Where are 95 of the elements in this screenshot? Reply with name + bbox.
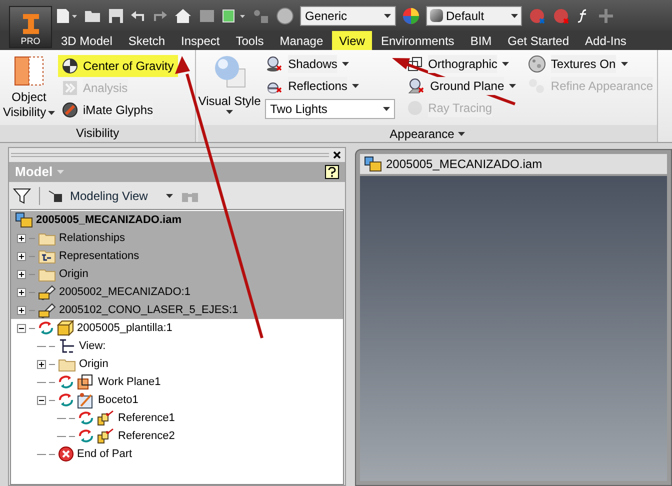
sphere-swatch-icon: [430, 9, 443, 22]
caret-icon: [458, 132, 466, 136]
tree-item[interactable]: End of Part: [77, 446, 132, 462]
expand-toggle[interactable]: [17, 234, 26, 242]
ribbon-tab[interactable]: 3D Model: [54, 31, 120, 50]
help-icon[interactable]: [325, 165, 339, 179]
tree-item[interactable]: Boceto1: [98, 392, 138, 408]
caret-icon: [511, 14, 518, 18]
application-menu-button[interactable]: PRO: [9, 6, 52, 48]
reference-icon: [97, 410, 115, 426]
view-hierarchy-icon: [58, 338, 76, 354]
undo-icon[interactable]: [130, 8, 146, 22]
tree-item[interactable]: Reference1: [118, 410, 175, 426]
caret-icon: [226, 110, 234, 114]
work-plane-icon: [77, 374, 95, 390]
ribbon-tab[interactable]: Add-Ins: [578, 31, 634, 50]
ribbon-button[interactable]: Orthographic: [403, 53, 524, 75]
object-visibility-icon: [14, 56, 44, 86]
expand-toggle[interactable]: [17, 288, 26, 296]
reference-icon: [97, 428, 115, 444]
textures-icon: [528, 55, 546, 73]
sphere-icon: [212, 55, 247, 89]
ground-plane-icon: [407, 78, 426, 94]
collapse-toggle[interactable]: [37, 396, 46, 404]
assembly-icon: [15, 212, 33, 228]
expand-toggle[interactable]: [17, 306, 26, 314]
caret-icon: [48, 110, 56, 114]
ribbon-button[interactable]: Center of Gravity: [58, 55, 178, 77]
close-icon[interactable]: [333, 151, 341, 159]
caret-icon: [56, 170, 64, 174]
ribbon-button[interactable]: Reflections: [261, 75, 396, 97]
expand-toggle[interactable]: [17, 252, 26, 260]
appearance-dropdown[interactable]: Default: [426, 6, 522, 26]
orthographic-icon: [407, 56, 424, 72]
caret-icon: [509, 84, 516, 88]
material-dropdown[interactable]: Generic: [300, 6, 396, 26]
tree-item[interactable]: Origin: [79, 356, 108, 372]
view-dropdown[interactable]: Modeling View: [48, 186, 173, 204]
expand-toggle[interactable]: [17, 270, 26, 278]
imate-glyph-icon: [62, 102, 78, 118]
plus-icon[interactable]: [598, 8, 614, 24]
select-icon[interactable]: [222, 8, 246, 24]
update-arrows-icon: [38, 321, 54, 335]
component-icon: [38, 284, 56, 300]
update-arrows-icon: [58, 375, 74, 389]
visual-style-button[interactable]: Visual Style: [198, 53, 262, 125]
ribbon-tab[interactable]: Environments: [374, 31, 462, 50]
tree-item[interactable]: Relationships: [59, 230, 126, 246]
object-visibility-button[interactable]: Object Visibility: [0, 53, 58, 125]
expand-toggle[interactable]: [37, 360, 46, 368]
ribbon-tab[interactable]: Inspect: [174, 31, 227, 50]
caret-icon: [502, 62, 510, 66]
update-arrows-icon: [78, 411, 94, 425]
redo-icon[interactable]: [152, 8, 168, 22]
tree-item[interactable]: 2005005_plantilla:1: [77, 320, 172, 336]
ribbon-tab[interactable]: Get Started: [500, 31, 576, 50]
logo-icon: [20, 13, 40, 35]
component-icon: [38, 302, 56, 318]
collapse-toggle[interactable]: [17, 324, 26, 332]
assembly-icon: [364, 156, 382, 172]
caret-icon: [383, 107, 390, 111]
ribbon-tab[interactable]: Tools: [228, 31, 271, 50]
ribbon-button[interactable]: iMate Glyphs: [58, 99, 178, 121]
tree-item[interactable]: Work Plane1: [98, 374, 161, 390]
update-arrows-icon: [78, 429, 94, 443]
panel-title: Visibility: [0, 125, 195, 142]
ribbon-button[interactable]: Textures On: [524, 53, 657, 75]
caret-icon: [352, 84, 360, 88]
save-icon[interactable]: [108, 8, 124, 24]
analysis-icon: [62, 80, 78, 96]
new-document-icon[interactable]: [56, 8, 78, 24]
cube-icon: [57, 320, 74, 336]
ribbon-tab[interactable]: Sketch: [121, 31, 172, 50]
center-of-gravity-icon: [62, 58, 78, 74]
shadows-icon: [265, 56, 284, 72]
ribbon-button[interactable]: Shadows: [261, 53, 396, 75]
lighting-dropdown[interactable]: Two Lights: [265, 99, 396, 119]
home-icon[interactable]: [174, 8, 192, 24]
ribbon-tab[interactable]: View: [332, 31, 372, 50]
filter-icon[interactable]: [13, 188, 31, 204]
ribbon-tab[interactable]: BIM: [463, 31, 499, 50]
sketch-icon: [77, 392, 95, 408]
caret-icon: [384, 14, 391, 18]
tree-item[interactable]: Reference2: [118, 428, 175, 444]
caret-icon: [166, 194, 173, 198]
panel-title[interactable]: Appearance: [198, 125, 657, 142]
representations-icon: [38, 248, 56, 264]
parts-icon[interactable]: [252, 8, 270, 24]
ribbon-tab[interactable]: Manage: [272, 31, 330, 50]
tree-item[interactable]: View:: [79, 338, 106, 354]
tree-item[interactable]: Origin: [59, 266, 88, 282]
caret-icon: [620, 62, 628, 66]
cube-icon: [48, 188, 64, 202]
update-arrows-icon: [58, 393, 74, 407]
caret-icon: [342, 62, 350, 66]
